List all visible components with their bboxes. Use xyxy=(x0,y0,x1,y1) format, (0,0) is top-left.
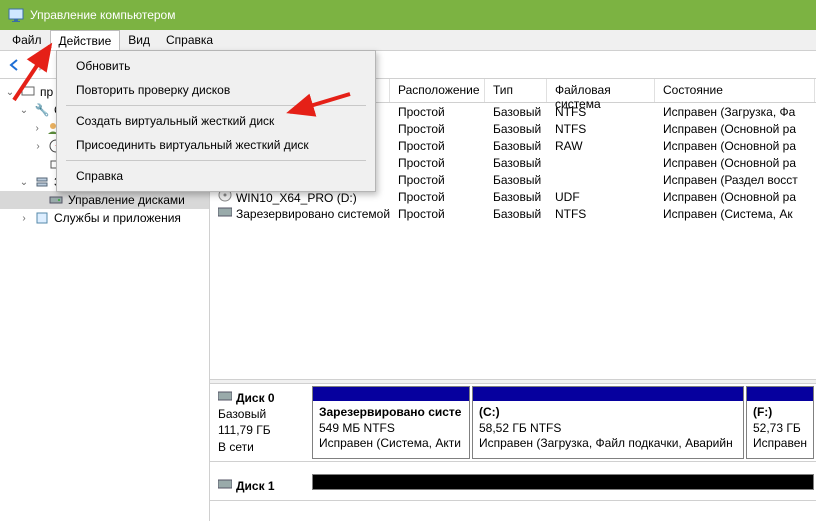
window-title: Управление компьютером xyxy=(30,8,175,22)
table-row[interactable]: Зарезервировано системойПростойБазовыйNT… xyxy=(210,205,816,222)
menubar: Файл Действие Вид Справка xyxy=(0,30,816,51)
titlebar: Управление компьютером xyxy=(0,0,816,30)
annotation-arrow xyxy=(6,38,66,108)
menu-view[interactable]: Вид xyxy=(120,30,158,50)
services-icon xyxy=(34,211,50,225)
menu-attach-vhd[interactable]: Присоединить виртуальный жесткий диск xyxy=(60,133,372,157)
menu-help[interactable]: Справка xyxy=(60,164,372,188)
storage-icon xyxy=(34,175,50,189)
disk-icon xyxy=(218,478,232,494)
expander-icon[interactable]: › xyxy=(18,213,30,224)
disk-row[interactable]: Диск 0 Базовый 111,79 ГБ В сети Зарезерв… xyxy=(210,384,816,462)
app-icon xyxy=(8,7,24,23)
menu-refresh[interactable]: Обновить xyxy=(60,54,372,78)
expander-icon[interactable]: › xyxy=(32,123,42,134)
expander-icon[interactable]: › xyxy=(32,141,44,152)
col-state[interactable]: Состояние xyxy=(655,79,815,102)
partition[interactable]: (F:) 52,73 ГБ Исправен xyxy=(746,386,814,459)
menu-separator xyxy=(66,160,366,161)
partition[interactable]: (C:) 58,52 ГБ NTFS Исправен (Загрузка, Ф… xyxy=(472,386,744,459)
col-location[interactable]: Расположение xyxy=(390,79,485,102)
disk-map[interactable]: Диск 0 Базовый 111,79 ГБ В сети Зарезерв… xyxy=(210,384,816,521)
expander-icon[interactable]: ⌄ xyxy=(18,177,30,188)
disk-row[interactable]: Диск 1 xyxy=(210,472,816,501)
volume-icon xyxy=(218,206,232,218)
disk-info: Диск 0 Базовый 111,79 ГБ В сети xyxy=(210,384,310,461)
disk-icon xyxy=(48,193,64,207)
partition[interactable] xyxy=(312,474,814,490)
tree-services-apps[interactable]: › Службы и приложения xyxy=(0,209,209,227)
partition[interactable]: Зарезервировано систе 549 МБ NTFS Исправ… xyxy=(312,386,470,459)
menu-help[interactable]: Справка xyxy=(158,30,221,50)
col-type[interactable]: Тип xyxy=(485,79,547,102)
annotation-arrow xyxy=(278,84,358,124)
disk-info: Диск 1 xyxy=(210,472,310,500)
col-filesystem[interactable]: Файловая система xyxy=(547,79,655,102)
tree-disk-management[interactable]: Управление дисками xyxy=(0,191,209,209)
disk-icon xyxy=(218,390,232,406)
